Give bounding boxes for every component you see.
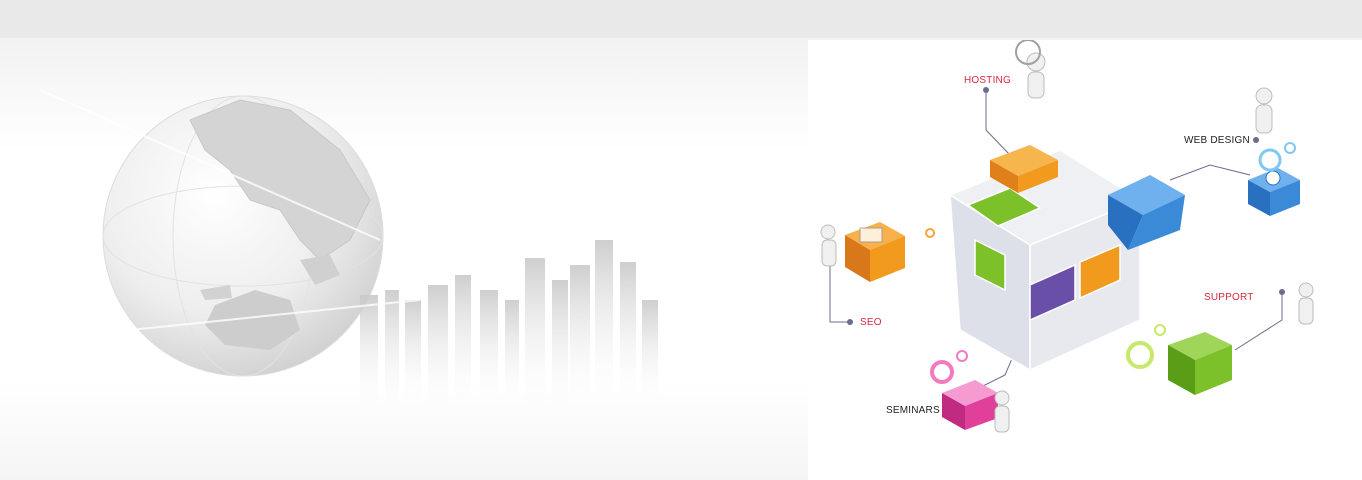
seminars-label: SEMINARS — [886, 405, 940, 416]
hosting-label: HOSTING — [964, 75, 1011, 86]
support-label: SUPPORT — [1204, 292, 1254, 303]
globe-skyline-art — [39, 89, 658, 420]
web-design-label: WEB DESIGN — [1184, 135, 1250, 146]
city-skyline — [360, 240, 658, 420]
blue-block — [1108, 175, 1185, 250]
seo-label: SEO — [860, 317, 882, 328]
main-cube — [948, 149, 1142, 372]
web-design-block — [1248, 142, 1300, 216]
hero-banner: HOSTING WEB DESIGN SEO SUPPORT SEMINARS — [0, 0, 1362, 480]
support-block — [1126, 324, 1232, 395]
globe-icon — [102, 95, 384, 377]
seo-block — [845, 222, 905, 282]
